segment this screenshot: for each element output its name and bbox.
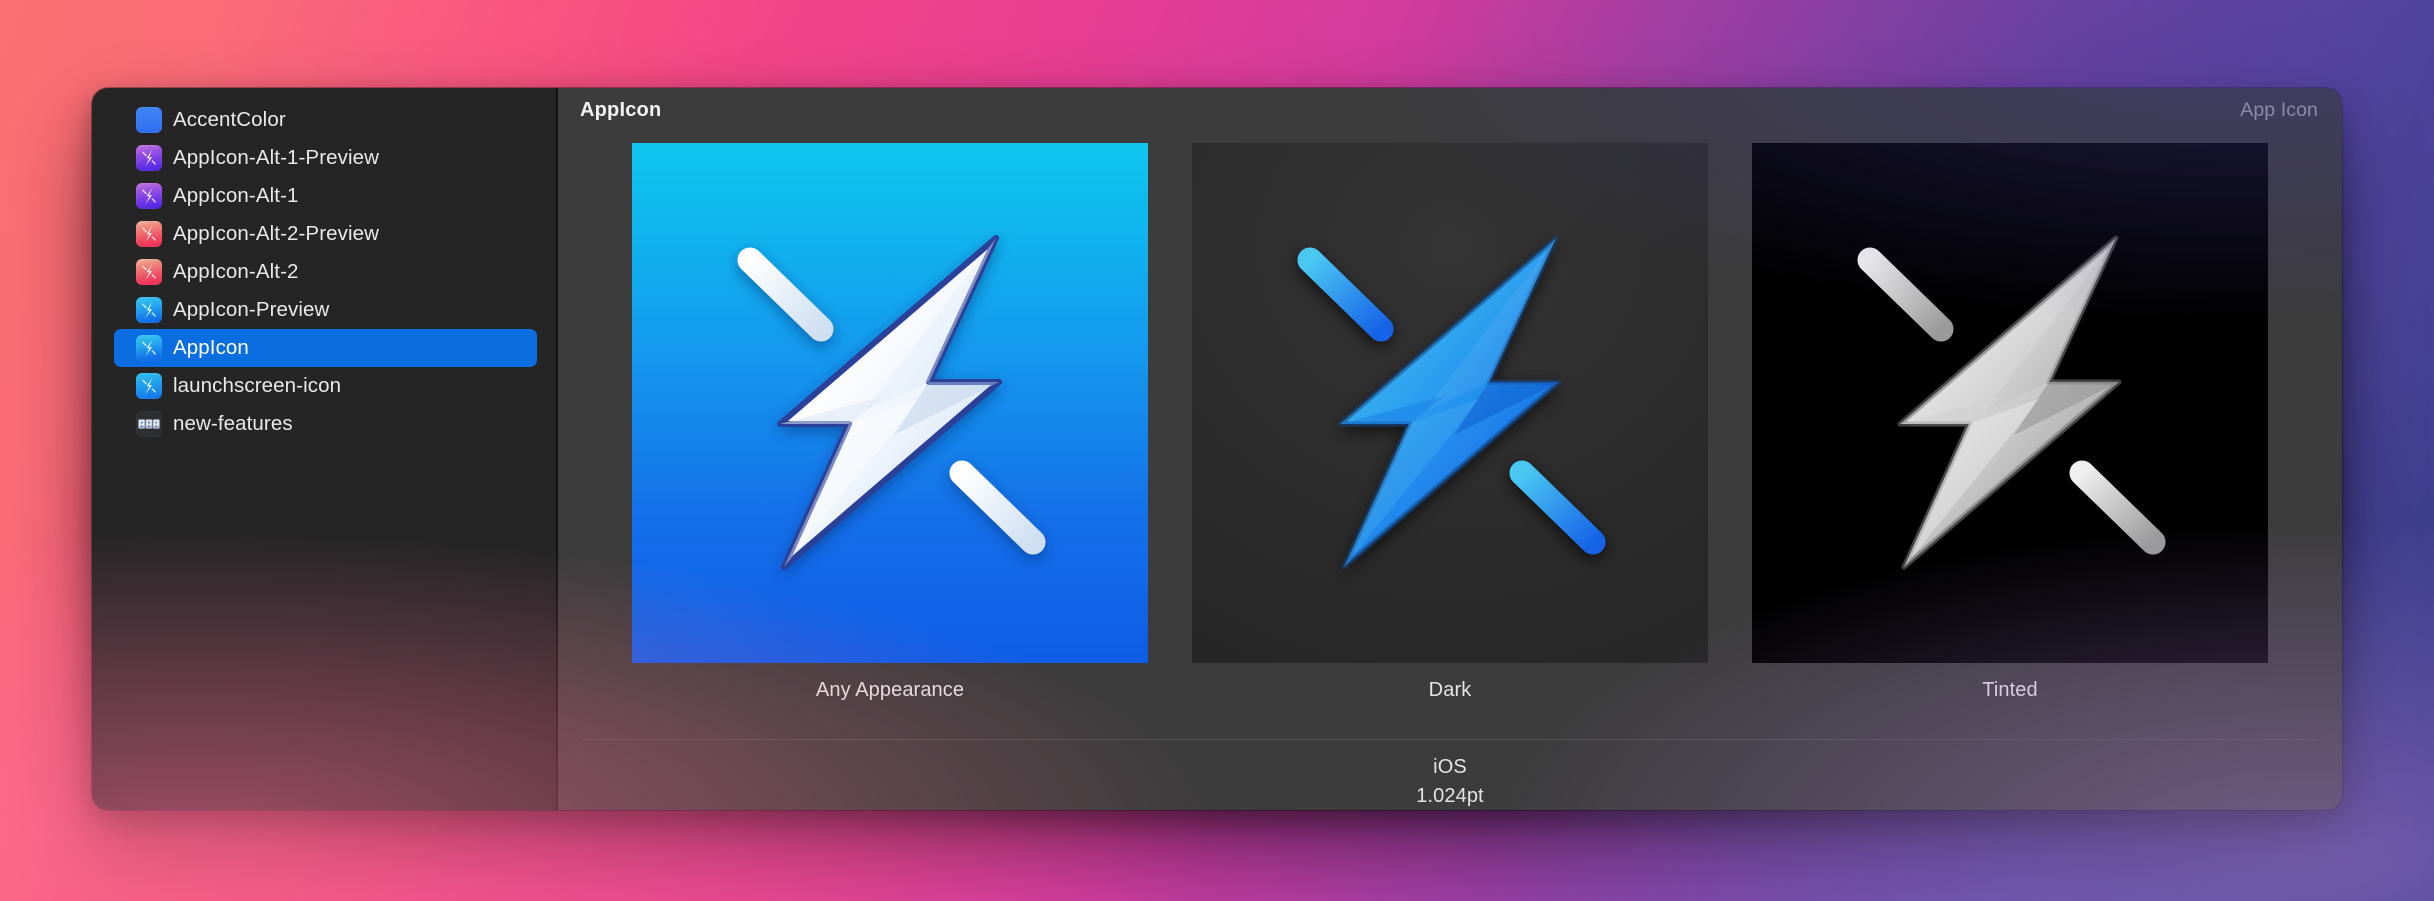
app-icon-thumbnail xyxy=(136,297,162,323)
appearance-caption: Dark xyxy=(1428,679,1472,701)
sidebar-item-label: AppIcon-Alt-1-Preview xyxy=(173,146,380,169)
sidebar-item-label: AccentColor xyxy=(173,108,286,131)
sidebar-item-appicon-alt-1[interactable]: AppIcon-Alt-1 xyxy=(114,177,537,215)
size-label: 1.024pt xyxy=(1416,784,1484,807)
app-icon-thumbnail xyxy=(136,145,162,171)
sidebar-item-label: AppIcon-Preview xyxy=(173,298,330,321)
image-set-icon xyxy=(136,411,162,437)
icon-preview-any-appearance[interactable] xyxy=(632,143,1148,663)
app-icon-thumbnail xyxy=(136,221,162,247)
icon-preview-dark[interactable] xyxy=(1192,143,1708,663)
sidebar-item-new-features[interactable]: new-features xyxy=(114,405,537,443)
appearance-slot-tinted[interactable]: Tinted xyxy=(1752,143,2268,702)
color-swatch-icon xyxy=(136,107,162,133)
appearance-slot-dark[interactable]: Dark xyxy=(1192,143,1708,702)
sidebar-item-launchscreen-icon[interactable]: launchscreen-icon xyxy=(114,367,537,405)
platform-label: iOS xyxy=(1433,756,1467,779)
page-title: AppIcon xyxy=(580,98,662,121)
app-icon-thumbnail xyxy=(136,259,162,285)
detail-panel: AppIcon App Icon Any Appearance Dark Tin… xyxy=(558,88,2342,810)
sidebar-item-label: launchscreen-icon xyxy=(173,374,342,397)
asset-footer: iOS 1.024pt xyxy=(558,740,2342,810)
appearance-slot-any[interactable]: Any Appearance xyxy=(632,143,1148,702)
sidebar-item-appicon-alt-2[interactable]: AppIcon-Alt-2 xyxy=(114,253,537,291)
sidebar-item-label: AppIcon-Alt-2 xyxy=(173,260,299,283)
appearance-grid: Any Appearance Dark Tinted xyxy=(558,132,2342,727)
appearance-caption: Tinted xyxy=(1982,679,2038,701)
panel-toolbar: AppIcon App Icon xyxy=(558,88,2342,132)
app-icon-thumbnail xyxy=(136,373,162,399)
icon-preview-tinted[interactable] xyxy=(1752,143,2268,663)
desktop-wallpaper: AccentColor AppIcon-Alt-1-Preview AppIco… xyxy=(0,0,2434,901)
sidebar-item-label: new-features xyxy=(173,412,293,435)
sidebar-item-accentcolor[interactable]: AccentColor xyxy=(114,101,537,139)
asset-sidebar[interactable]: AccentColor AppIcon-Alt-1-Preview AppIco… xyxy=(92,88,558,810)
app-icon-thumbnail xyxy=(136,183,162,209)
sidebar-item-appicon[interactable]: AppIcon xyxy=(114,329,537,367)
sidebar-item-label: AppIcon-Alt-1 xyxy=(173,184,299,207)
appearance-caption: Any Appearance xyxy=(815,679,965,701)
sidebar-item-appicon-alt-1-preview[interactable]: AppIcon-Alt-1-Preview xyxy=(114,139,537,177)
asset-catalog-window: AccentColor AppIcon-Alt-1-Preview AppIco… xyxy=(92,88,2342,810)
sidebar-item-label: AppIcon xyxy=(173,336,249,359)
app-icon-thumbnail xyxy=(136,335,162,361)
sidebar-item-appicon-alt-2-preview[interactable]: AppIcon-Alt-2-Preview xyxy=(114,215,537,253)
asset-kind-label: App Icon xyxy=(2240,98,2318,121)
sidebar-item-label: AppIcon-Alt-2-Preview xyxy=(173,222,380,245)
sidebar-item-appicon-preview[interactable]: AppIcon-Preview xyxy=(114,291,537,329)
